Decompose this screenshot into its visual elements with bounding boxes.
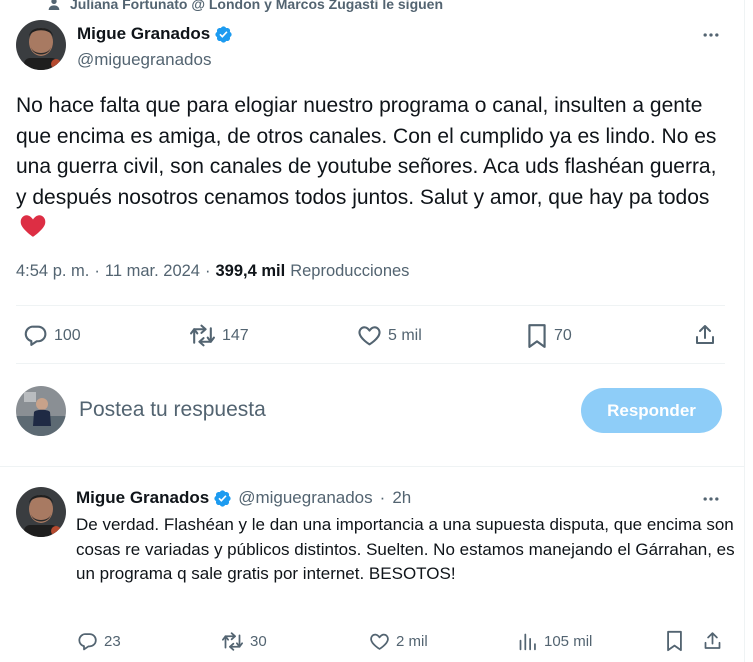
repost-icon	[222, 632, 243, 651]
avatar[interactable]	[16, 20, 66, 70]
tweet-time[interactable]: 4:54 p. m.	[16, 262, 89, 281]
repost-icon	[190, 324, 215, 347]
repost-count: 30	[250, 633, 267, 650]
reply-icon	[24, 325, 47, 346]
reply-author-avatar[interactable]	[16, 487, 66, 537]
author-name-row: Migue Granados	[77, 24, 233, 44]
reply-input[interactable]: Postea tu respuesta	[79, 398, 266, 422]
heart-icon	[370, 633, 389, 650]
share-icon	[696, 325, 714, 344]
author-name[interactable]: Migue Granados	[77, 24, 210, 44]
tweet-text: No hace falta que para elogiar nuestro p…	[16, 91, 726, 244]
like-count: 2 mil	[396, 633, 428, 650]
reply-button[interactable]: 23	[77, 631, 121, 652]
heart-icon	[358, 326, 381, 346]
analytics-icon	[519, 633, 536, 651]
reply-count: 23	[104, 633, 121, 650]
tweet-body: No hace falta que para elogiar nuestro p…	[16, 94, 717, 209]
reply-time[interactable]: 2h	[392, 488, 411, 508]
divider	[16, 305, 725, 306]
person-icon	[48, 0, 60, 10]
verified-badge-icon	[214, 489, 231, 507]
bookmark-icon	[667, 630, 682, 652]
social-context-text: Juliana Fortunato @ London y Marcos Zuga…	[70, 0, 444, 12]
reply-button[interactable]: 100	[23, 323, 81, 348]
reply-author-handle[interactable]: @miguegranados	[238, 488, 372, 508]
social-context: Juliana Fortunato @ London y Marcos Zuga…	[46, 0, 443, 12]
separator: ·	[94, 262, 100, 280]
red-heart-emoji-icon	[20, 215, 46, 237]
views-label: Reproducciones	[290, 262, 410, 280]
share-button[interactable]	[693, 322, 717, 348]
repost-button[interactable]: 147	[189, 323, 249, 348]
repost-button[interactable]: 30	[221, 631, 267, 652]
separator: ·	[379, 488, 386, 507]
reply-author-row: Migue Granados @miguegranados · 2h	[76, 488, 411, 508]
reply-submit-button[interactable]: Responder	[581, 388, 722, 433]
views-button[interactable]: 105 mil	[517, 631, 592, 652]
like-count: 5 mil	[388, 326, 422, 344]
tweet-detail-view: Juliana Fortunato @ London y Marcos Zuga…	[0, 0, 745, 662]
share-button[interactable]	[702, 630, 723, 652]
reply-icon	[78, 633, 97, 651]
divider	[16, 363, 725, 364]
like-button[interactable]: 2 mil	[369, 631, 428, 652]
verified-badge-icon	[215, 25, 232, 43]
separator: ·	[204, 262, 211, 280]
tweet-metadata: 4:54 p. m. · 11 mar. 2024 · 399,4 mil Re…	[16, 262, 409, 281]
reply-tweet-text: De verdad. Flashéan y le dan una importa…	[76, 515, 735, 583]
bookmark-count: 70	[554, 327, 572, 344]
bookmark-button[interactable]: 70	[526, 323, 572, 349]
like-button[interactable]: 5 mil	[357, 323, 422, 348]
divider	[0, 466, 745, 467]
bookmark-button[interactable]	[665, 630, 684, 652]
more-options-icon[interactable]	[701, 489, 721, 509]
view-count: 105 mil	[544, 633, 593, 650]
reply-count: 100	[54, 326, 81, 344]
view-count: 399,4 mil	[215, 262, 286, 280]
repost-count: 147	[222, 326, 249, 344]
more-options-icon[interactable]	[701, 25, 721, 45]
share-icon	[704, 632, 721, 649]
bookmark-icon	[528, 324, 546, 348]
reply-author-name[interactable]: Migue Granados	[76, 488, 209, 508]
author-handle[interactable]: @miguegranados	[77, 50, 211, 70]
user-avatar[interactable]	[16, 386, 66, 436]
tweet-date[interactable]: 11 mar. 2024	[105, 262, 200, 281]
